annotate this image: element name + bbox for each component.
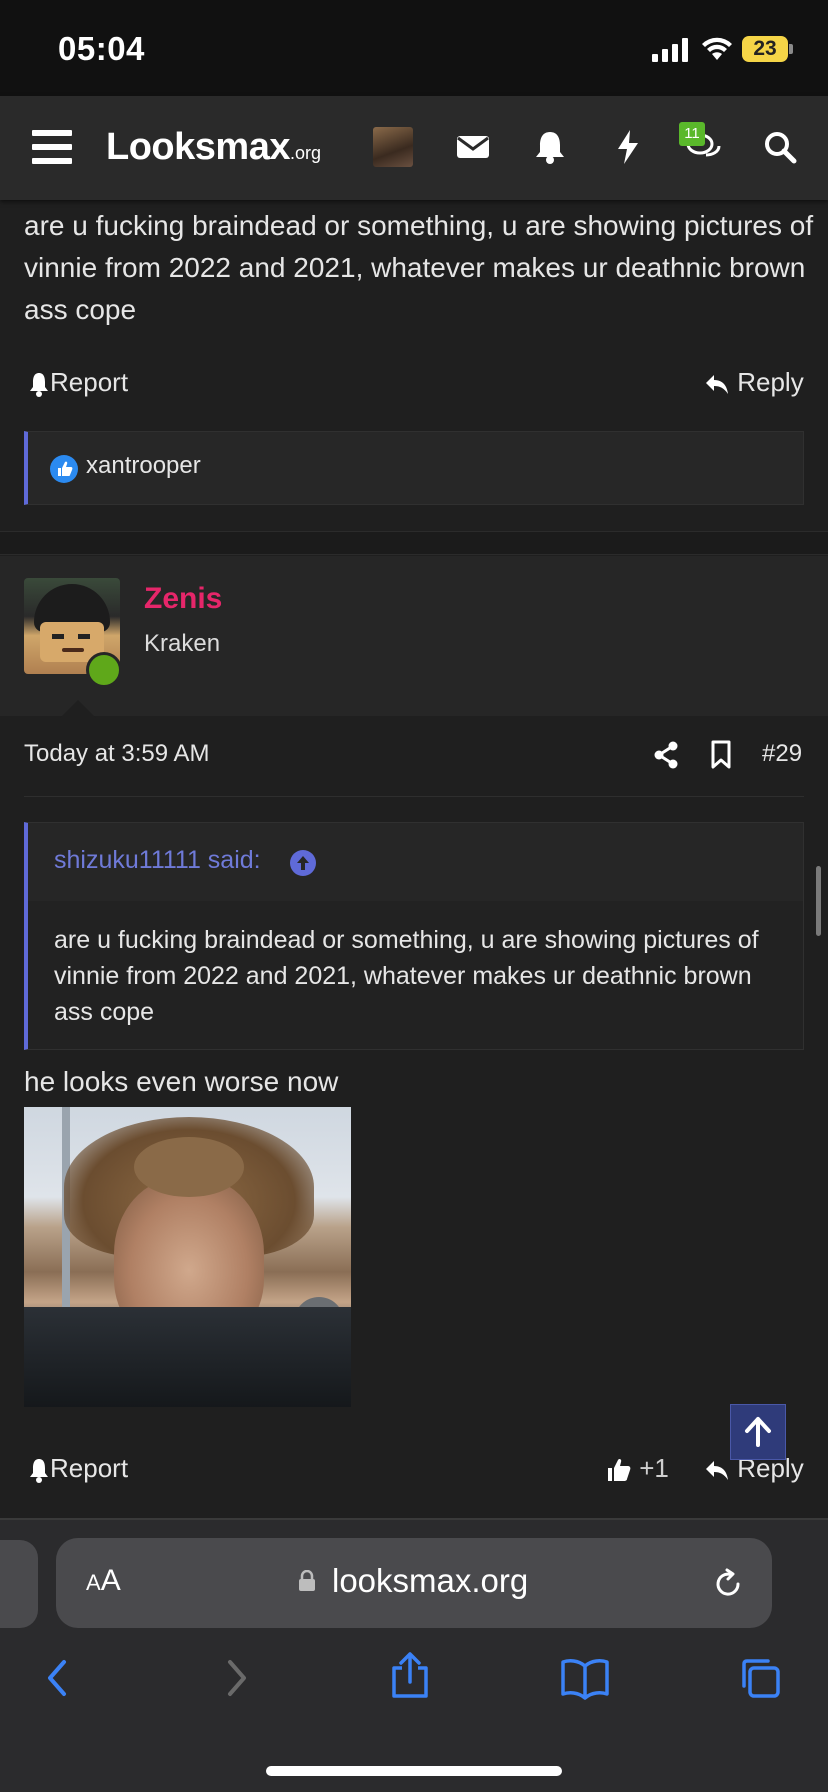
arrow-up-icon[interactable] bbox=[290, 850, 316, 876]
arrow-up-icon bbox=[745, 1417, 771, 1447]
menu-icon[interactable] bbox=[32, 130, 72, 164]
like-icon bbox=[50, 455, 78, 483]
bookmark-icon[interactable] bbox=[710, 740, 732, 770]
reply-button[interactable]: Reply bbox=[704, 362, 804, 402]
book-icon[interactable] bbox=[560, 1656, 610, 1700]
home-indicator bbox=[266, 1766, 562, 1776]
page-scrollbar[interactable] bbox=[816, 866, 821, 936]
previous-tab-preview[interactable] bbox=[0, 1540, 38, 1628]
post-message: he looks even worse now bbox=[24, 1066, 339, 1097]
account-avatar[interactable] bbox=[373, 127, 413, 167]
header-caret bbox=[60, 700, 96, 718]
alerts-badge: 11 bbox=[679, 122, 705, 146]
reply-icon bbox=[704, 1458, 730, 1482]
bell-icon bbox=[28, 1457, 50, 1484]
forward-icon[interactable] bbox=[214, 1656, 258, 1700]
previous-post-text: are u fucking braindead or something, u … bbox=[24, 210, 814, 325]
cellular-signal-icon bbox=[652, 38, 690, 62]
scroll-to-top-button[interactable] bbox=[730, 1404, 786, 1460]
like-count: +1 bbox=[639, 1453, 669, 1483]
report-label: Report bbox=[50, 1453, 129, 1483]
post-divider bbox=[0, 531, 828, 555]
url-text[interactable]: looksmax.org bbox=[332, 1562, 528, 1600]
lock-icon bbox=[298, 1570, 316, 1592]
site-logo[interactable]: Looksmax.org bbox=[106, 126, 321, 169]
like-button[interactable]: +1 bbox=[606, 1448, 669, 1488]
reply-label: Reply bbox=[737, 367, 804, 397]
search-icon[interactable] bbox=[760, 127, 800, 167]
author-title: Kraken bbox=[144, 630, 221, 657]
battery-tip bbox=[789, 44, 793, 54]
post-report-button[interactable]: Report bbox=[28, 1448, 128, 1488]
bell-icon bbox=[28, 371, 50, 398]
report-label: Report bbox=[50, 367, 129, 397]
like-icon bbox=[606, 1457, 632, 1483]
bolt-icon[interactable] bbox=[608, 127, 648, 167]
wifi-icon bbox=[700, 36, 734, 62]
post-date[interactable]: Today at 3:59 AM bbox=[24, 740, 209, 768]
tabs-icon[interactable] bbox=[738, 1656, 782, 1700]
quote-author[interactable]: shizuku11111 said: bbox=[54, 846, 261, 875]
bell-icon[interactable] bbox=[530, 127, 570, 167]
battery-indicator: 23 bbox=[742, 36, 788, 62]
meta-divider bbox=[24, 796, 804, 797]
online-status-dot bbox=[86, 652, 122, 688]
share-sheet-icon[interactable] bbox=[388, 1650, 432, 1700]
reaction-username[interactable]: xantrooper bbox=[86, 452, 201, 480]
browser-divider bbox=[0, 1518, 828, 1520]
post-user-header bbox=[0, 556, 828, 716]
report-button[interactable]: Report bbox=[28, 362, 128, 402]
post-number[interactable]: #29 bbox=[762, 740, 802, 768]
status-time: 05:04 bbox=[58, 30, 145, 67]
back-icon[interactable] bbox=[36, 1656, 80, 1700]
share-icon[interactable] bbox=[652, 740, 680, 770]
post-author[interactable]: Zenis bbox=[144, 582, 222, 616]
reload-icon[interactable] bbox=[710, 1566, 746, 1602]
post-image[interactable] bbox=[24, 1107, 351, 1407]
text-size-button[interactable]: AA bbox=[86, 1564, 121, 1598]
reply-icon bbox=[704, 372, 730, 396]
quote-text: are u fucking braindead or something, u … bbox=[54, 926, 759, 1026]
envelope-icon[interactable] bbox=[453, 127, 493, 167]
